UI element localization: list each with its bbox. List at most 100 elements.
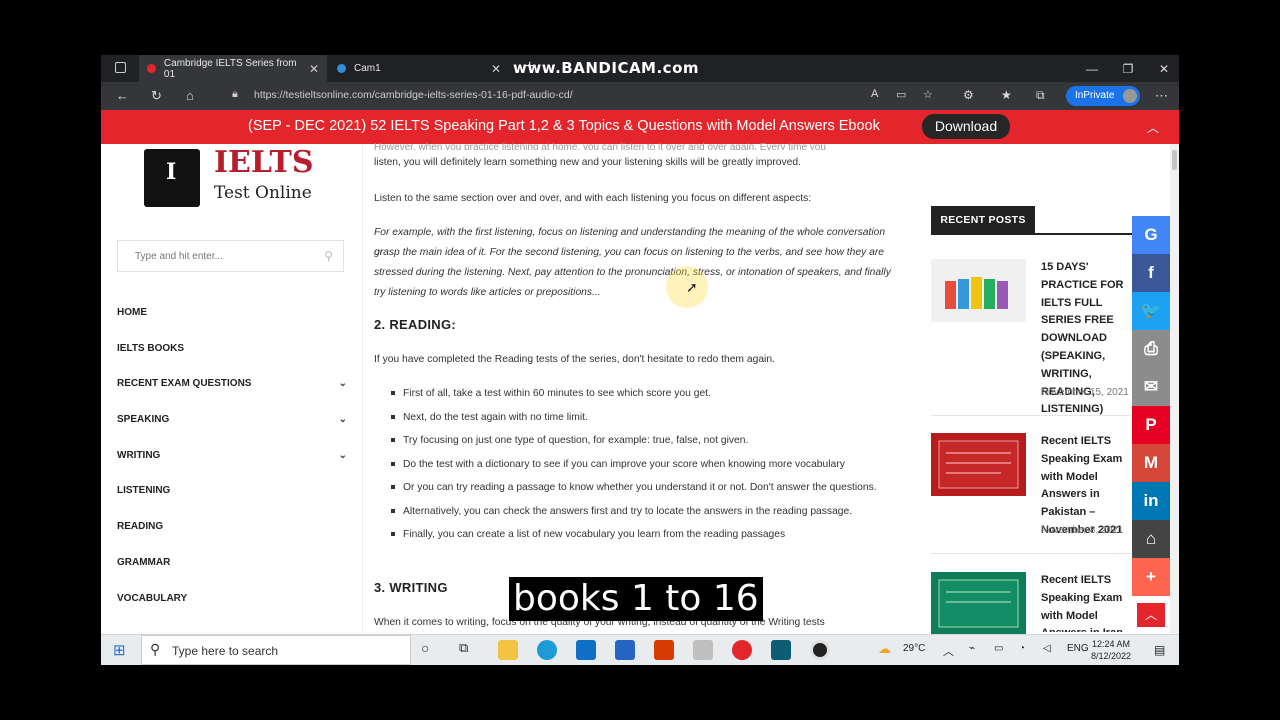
divider (931, 415, 1131, 416)
nav-item-reading[interactable]: READING (117, 511, 347, 547)
tab-cam1[interactable]: Cam1 ✕ (329, 55, 509, 82)
tumblr-icon[interactable]: ⌂ (1132, 520, 1170, 558)
opera-icon[interactable] (732, 640, 752, 660)
google-icon[interactable]: G (1132, 216, 1170, 254)
office-icon[interactable] (654, 640, 674, 660)
nav-item-grammar[interactable]: GRAMMAR (117, 547, 347, 583)
scroll-to-top-button[interactable]: ︿ (1137, 603, 1165, 627)
tab-cambridge[interactable]: Cambridge IELTS Series from 01 ✕ (139, 55, 327, 82)
add-favorite-icon[interactable]: ☆ (923, 88, 933, 101)
scrollbar-thumb[interactable] (1172, 150, 1177, 170)
profile-avatar (1123, 89, 1137, 103)
wifi-icon[interactable]: ◔ (1019, 643, 1025, 654)
temperature[interactable]: 29°C (903, 643, 925, 654)
inprivate-badge[interactable]: InPrivate (1066, 86, 1140, 106)
post-thumbnail[interactable] (931, 572, 1026, 635)
nav-item-label: LISTENING (117, 485, 171, 497)
post-thumbnail[interactable] (931, 259, 1026, 322)
scrollbar[interactable] (1170, 144, 1179, 634)
chevron-down-icon[interactable]: ⌄ (339, 404, 347, 436)
back-icon[interactable]: ← (116, 88, 129, 103)
collections-icon[interactable]: ⧉ (1036, 88, 1045, 103)
restore-icon[interactable]: ❐ (1110, 55, 1146, 82)
store-icon[interactable] (615, 640, 635, 660)
search-input[interactable] (133, 250, 317, 263)
gmail-icon[interactable]: M (1132, 444, 1170, 482)
pinterest-icon[interactable]: P (1132, 406, 1170, 444)
close-window-icon[interactable]: ✕ (1146, 55, 1179, 82)
favorites-icon[interactable]: ★ (1001, 88, 1012, 102)
minimize-icon[interactable]: — (1074, 55, 1110, 82)
cortana-icon[interactable]: ○ (421, 640, 429, 656)
taskbar-search[interactable]: ⚲ Type here to search (141, 635, 411, 665)
more-menu-icon[interactable]: ⋯ (1155, 88, 1168, 104)
mail-icon[interactable] (576, 640, 596, 660)
paragraph: Listen to the same section over and over… (374, 193, 812, 204)
nav-item-label: RECENT EXAM QUESTIONS (117, 378, 252, 390)
refresh-icon[interactable]: ↻ (151, 88, 162, 104)
battery-icon[interactable]: ▭ (994, 643, 1003, 654)
edge-icon[interactable] (537, 640, 557, 660)
bandicam-icon[interactable] (810, 640, 830, 660)
home-icon[interactable]: ⌂ (186, 88, 194, 103)
facebook-icon[interactable]: f (1132, 254, 1170, 292)
language-indicator[interactable]: ENG (1067, 643, 1089, 654)
nav-item-writing[interactable]: WRITING ⌄ (117, 440, 347, 476)
itunes-icon[interactable] (693, 640, 713, 660)
bandicam-watermark: www.BANDICAM.com (513, 59, 700, 77)
volume-icon[interactable]: ◁ (1043, 643, 1051, 654)
nav-item-ielts-books[interactable]: IELTS BOOKS (117, 333, 347, 369)
twitter-icon[interactable]: 🐦 (1132, 292, 1170, 330)
linkedin-icon[interactable]: in (1132, 482, 1170, 520)
tab-title: Cam1 (354, 63, 381, 74)
search-icon[interactable]: ⚲ (324, 249, 333, 263)
close-tab-icon[interactable]: ✕ (491, 62, 501, 76)
more-icon[interactable]: + (1132, 558, 1170, 596)
weather-icon[interactable]: ☁ (878, 641, 891, 657)
share-bar: Gf 🐦 ⎙ ✉ P Min ⌂ + (1132, 216, 1170, 596)
windows-start-icon[interactable]: ⊞ (113, 641, 126, 659)
read-aloud-icon[interactable]: A (871, 88, 878, 100)
site-favicon-icon (147, 64, 156, 73)
nav-item-recent-exam-questions[interactable]: RECENT EXAM QUESTIONS ⌄ (117, 368, 347, 404)
collapse-banner-icon[interactable]: ︿ (1147, 119, 1159, 136)
nav-item-label: SPEAKING (117, 414, 170, 426)
url-field[interactable]: 🔒︎ https://testieltsonline.com/cambridge… (227, 85, 967, 107)
close-tab-icon[interactable]: ✕ (309, 62, 319, 76)
video-caption: books 1 to 16 (509, 577, 763, 621)
email-icon[interactable]: ✉ (1132, 368, 1170, 406)
nav-item-speaking[interactable]: SPEAKING ⌄ (117, 404, 347, 440)
post-date: November 8, 2021 (1041, 525, 1124, 536)
post-title[interactable]: Recent IELTS Speaking Exam with Model An… (1041, 572, 1136, 632)
list-item: Next, do the test again with no time lim… (388, 408, 888, 427)
task-view-icon[interactable]: ⧉ (459, 640, 468, 656)
nav-item-listening[interactable]: LISTENING (117, 475, 347, 511)
extensions-icon[interactable]: ⚙ (963, 88, 974, 102)
network-icon[interactable]: ⌁ (969, 643, 975, 654)
search-icon: ⚲ (150, 641, 161, 657)
print-icon[interactable]: ⎙ (1132, 330, 1170, 368)
mouse-cursor-icon: ➚ (686, 279, 698, 295)
clipped-text: However, when you practice listening at … (374, 142, 826, 150)
post-title[interactable]: Recent IELTS Speaking Exam with Model An… (1041, 433, 1136, 540)
chevron-up-icon[interactable]: ︿ (943, 643, 954, 659)
chevron-down-icon[interactable]: ⌄ (339, 440, 347, 472)
site-logo[interactable]: I IELTS Test Online (144, 145, 334, 211)
chevron-down-icon[interactable]: ⌄ (339, 368, 347, 400)
post-thumbnail[interactable] (931, 433, 1026, 496)
reader-view-icon[interactable]: ▭ (896, 88, 906, 101)
notifications-icon[interactable]: ▤ (1154, 643, 1165, 657)
lock-icon: 🔒︎ (232, 88, 238, 100)
nav-item-vocabulary[interactable]: VOCABULARY (117, 583, 347, 619)
url-text: https://testieltsonline.com/cambridge-ie… (254, 89, 573, 101)
nav-item-home[interactable]: HOME (117, 297, 347, 333)
file-explorer-icon[interactable] (498, 640, 518, 660)
inprivate-label: InPrivate (1075, 90, 1115, 101)
logo-subtitle: Test Online (214, 183, 312, 203)
tab-actions-icon[interactable] (115, 62, 126, 73)
download-button[interactable]: Download (922, 114, 1010, 139)
nav-item-label: WRITING (117, 449, 161, 461)
clock[interactable]: 12:24 AM 8/12/2022 (1091, 638, 1131, 662)
photos-icon[interactable] (771, 640, 791, 660)
paragraph-line: try listening to words like articles or … (374, 287, 601, 298)
